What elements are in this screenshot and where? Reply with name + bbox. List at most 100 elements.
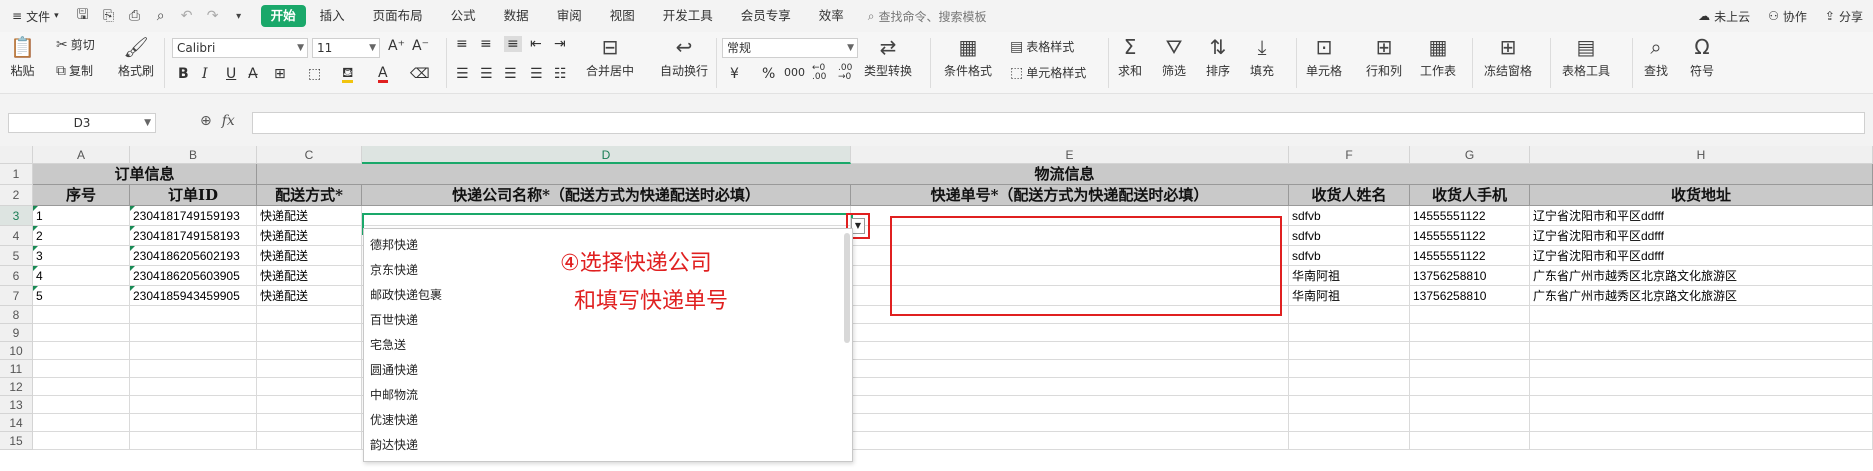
row-header-7[interactable]: 7 [0,286,33,306]
empty-cell[interactable] [33,324,130,342]
empty-cell[interactable] [130,342,257,360]
group-header-logistics-info[interactable]: 物流信息 [257,164,1873,185]
empty-cell[interactable] [1289,414,1410,432]
empty-cell[interactable] [33,396,130,414]
table-cell[interactable]: 3 [33,246,130,266]
empty-cell[interactable] [257,396,362,414]
align-middle-icon[interactable]: ≡ [480,36,492,52]
empty-cell[interactable] [1530,396,1873,414]
percent-icon[interactable]: % [762,66,775,82]
type-convert-button[interactable]: ⇄ 类型转换 [864,34,912,79]
fx-icon[interactable]: fx [222,113,235,129]
empty-cell[interactable] [130,414,257,432]
border-icon[interactable]: ⊞ [274,66,286,82]
align-left-icon[interactable]: ☰ [456,66,469,82]
cell-button[interactable]: ⊡ 单元格 [1306,34,1342,79]
dropdown-item[interactable]: 宅急送 [370,333,406,358]
select-all-corner[interactable] [0,146,33,164]
table-cell[interactable]: sdfvb [1289,246,1410,266]
dropdown-item[interactable]: 优速快递 [370,408,418,433]
empty-cell[interactable] [1530,360,1873,378]
empty-cell[interactable] [1410,414,1530,432]
row-header-12[interactable]: 12 [0,378,33,396]
empty-cell[interactable] [130,324,257,342]
underline-icon[interactable]: U [226,66,236,82]
empty-cell[interactable] [33,432,130,450]
empty-cell[interactable] [1530,414,1873,432]
table-cell[interactable]: 1 [33,206,130,226]
row-header-1[interactable]: 1 [0,164,33,185]
table-cell[interactable]: 13756258810 [1410,266,1530,286]
table-header-cell[interactable]: 收货地址 [1530,185,1873,206]
indent-decrease-icon[interactable]: ⇤ [530,36,542,52]
dropdown-item[interactable]: 圆通快递 [370,358,418,383]
empty-cell[interactable] [1289,396,1410,414]
empty-cell[interactable] [1289,378,1410,396]
table-cell[interactable]: 14555551122 [1410,226,1530,246]
italic-icon[interactable]: I [202,66,208,82]
number-format-select[interactable]: 常规 ▼ [722,38,858,58]
empty-cell[interactable] [851,324,1289,342]
empty-cell[interactable] [1410,432,1530,450]
table-header-cell[interactable]: 配送方式* [257,185,362,206]
group-header-order-info[interactable]: 订单信息 [33,164,257,185]
strikethrough-icon[interactable]: A̶ [248,66,258,82]
empty-cell[interactable] [1410,360,1530,378]
wrap-text-button[interactable]: ↩ 自动换行 [660,34,708,79]
dropdown-item[interactable]: 邮政快递包裹 [370,283,442,308]
empty-cell[interactable] [130,306,257,324]
table-cell[interactable]: 快递配送 [257,226,362,246]
dropdown-item[interactable]: 百世快递 [370,308,418,333]
distribute-icon[interactable]: ☷ [554,66,567,82]
increase-decimal-icon[interactable]: ←0.00 [812,64,826,82]
filter-button[interactable]: ⛛ 筛选 [1162,34,1186,79]
empty-cell[interactable] [1289,306,1410,324]
tab-developer[interactable]: 开发工具 [649,5,727,27]
empty-cell[interactable] [1530,432,1873,450]
empty-cell[interactable] [257,342,362,360]
table-cell[interactable]: 华南阿祖 [1289,266,1410,286]
redo-icon[interactable]: ↷ [205,8,221,24]
empty-cell[interactable] [1530,324,1873,342]
empty-cell[interactable] [33,342,130,360]
table-cell[interactable]: 辽宁省沈阳市和平区ddfff [1530,226,1873,246]
empty-cell[interactable] [851,378,1289,396]
row-header-6[interactable]: 6 [0,266,33,286]
empty-cell[interactable] [1530,306,1873,324]
row-header-9[interactable]: 9 [0,324,33,342]
align-bottom-icon[interactable]: ≡ [504,36,522,52]
row-header-13[interactable]: 13 [0,396,33,414]
empty-cell[interactable] [130,432,257,450]
tab-home[interactable]: 开始 [260,5,306,27]
table-cell[interactable]: 广东省广州市越秀区北京路文化旅游区 [1530,286,1873,306]
font-name-select[interactable]: Calibri ▼ [172,38,308,58]
row-header-11[interactable]: 11 [0,360,33,378]
table-cell[interactable]: 广东省广州市越秀区北京路文化旅游区 [1530,266,1873,286]
table-cell[interactable]: 2 [33,226,130,246]
empty-cell[interactable] [1410,324,1530,342]
sum-button[interactable]: Σ 求和 [1118,34,1142,79]
empty-cell[interactable] [130,378,257,396]
dropdown-item[interactable]: 中邮物流 [370,383,418,408]
column-header-c[interactable]: C [257,146,362,164]
table-cell[interactable]: 快递配送 [257,286,362,306]
empty-cell[interactable] [851,432,1289,450]
empty-cell[interactable] [257,306,362,324]
dropdown-item[interactable]: 韵达快递 [370,433,418,458]
tab-page-layout[interactable]: 页面布局 [359,5,437,27]
print-icon[interactable]: ⎙ [127,8,143,24]
comma-icon[interactable]: 000 [784,66,805,79]
table-cell[interactable]: 快递配送 [257,246,362,266]
row-header-2[interactable]: 2 [0,185,33,206]
tab-member[interactable]: 会员专享 [727,5,805,27]
file-menu[interactable]: ≡ 文件 ▾ [6,8,65,25]
empty-cell[interactable] [257,324,362,342]
command-search[interactable]: ⌕ 查找命令、搜索模板 [868,8,987,25]
row-header-5[interactable]: 5 [0,246,33,266]
tab-formulas[interactable]: 公式 [437,5,490,27]
sort-button[interactable]: ⇅ 排序 [1206,34,1230,79]
table-header-cell[interactable]: 快递公司名称*（配送方式为快递配送时必填） [362,185,851,206]
font-size-select[interactable]: 11 ▼ [312,38,380,58]
cut-button[interactable]: ✂ 剪切 [56,36,95,53]
empty-cell[interactable] [33,306,130,324]
